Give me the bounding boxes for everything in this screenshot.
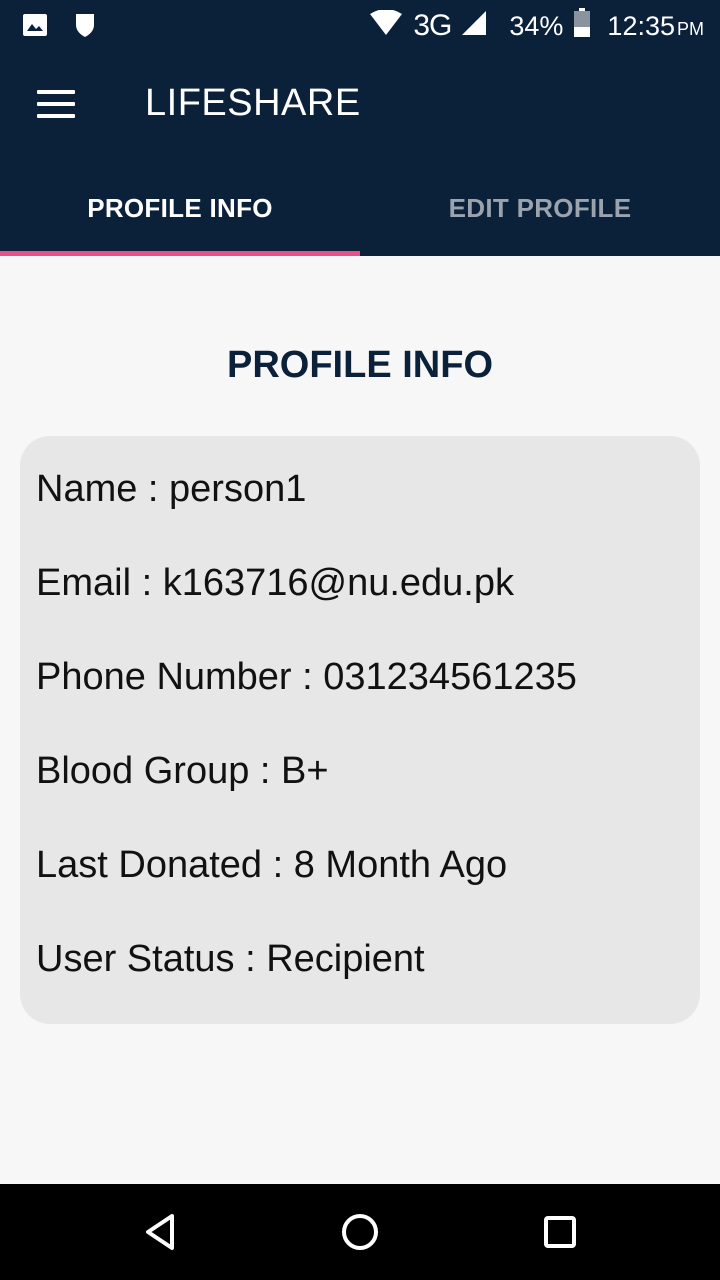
tab-edit-profile[interactable]: EDIT PROFILE [360, 160, 720, 256]
clock-time: 12:35 [607, 10, 675, 41]
status-right: 3G 34% 12:35 PM [369, 6, 704, 46]
phone-field: Phone Number : 031234561235 [36, 656, 577, 698]
main-content: PROFILE INFO Name : person1 Email : k163… [0, 256, 720, 1184]
battery-percent: 34% [509, 10, 564, 41]
status-bar: 3G 34% 12:35 PM [0, 0, 720, 52]
hamburger-menu-icon[interactable] [20, 72, 92, 136]
app-title: LIFESHARE [145, 82, 361, 124]
system-nav-bar [0, 1184, 720, 1280]
shield-icon [74, 12, 96, 43]
app-bar: LIFESHARE [0, 52, 720, 160]
clock-suffix: PM [677, 18, 704, 39]
clock: 12:35 PM [607, 11, 704, 42]
signal-icon [461, 10, 487, 43]
image-icon [22, 13, 48, 42]
section-title: PROFILE INFO [227, 344, 493, 386]
name-field: Name : person1 [36, 468, 307, 510]
status-left-icons [22, 12, 96, 43]
blood-group-field: Blood Group : B+ [36, 750, 329, 792]
back-icon[interactable] [132, 1204, 188, 1260]
home-icon[interactable] [332, 1204, 388, 1260]
tab-profile-info[interactable]: PROFILE INFO [0, 160, 360, 256]
wifi-icon [369, 8, 403, 43]
network-type: 3G [413, 9, 452, 42]
recents-icon[interactable] [532, 1204, 588, 1260]
tab-bar: PROFILE INFO EDIT PROFILE [0, 160, 720, 256]
user-status-field: User Status : Recipient [36, 938, 425, 980]
email-field: Email : k163716@nu.edu.pk [36, 562, 514, 604]
profile-card: Name : person1 Email : k163716@nu.edu.pk… [20, 436, 700, 1024]
last-donated-field: Last Donated : 8 Month Ago [36, 844, 508, 886]
battery-icon [573, 7, 591, 45]
